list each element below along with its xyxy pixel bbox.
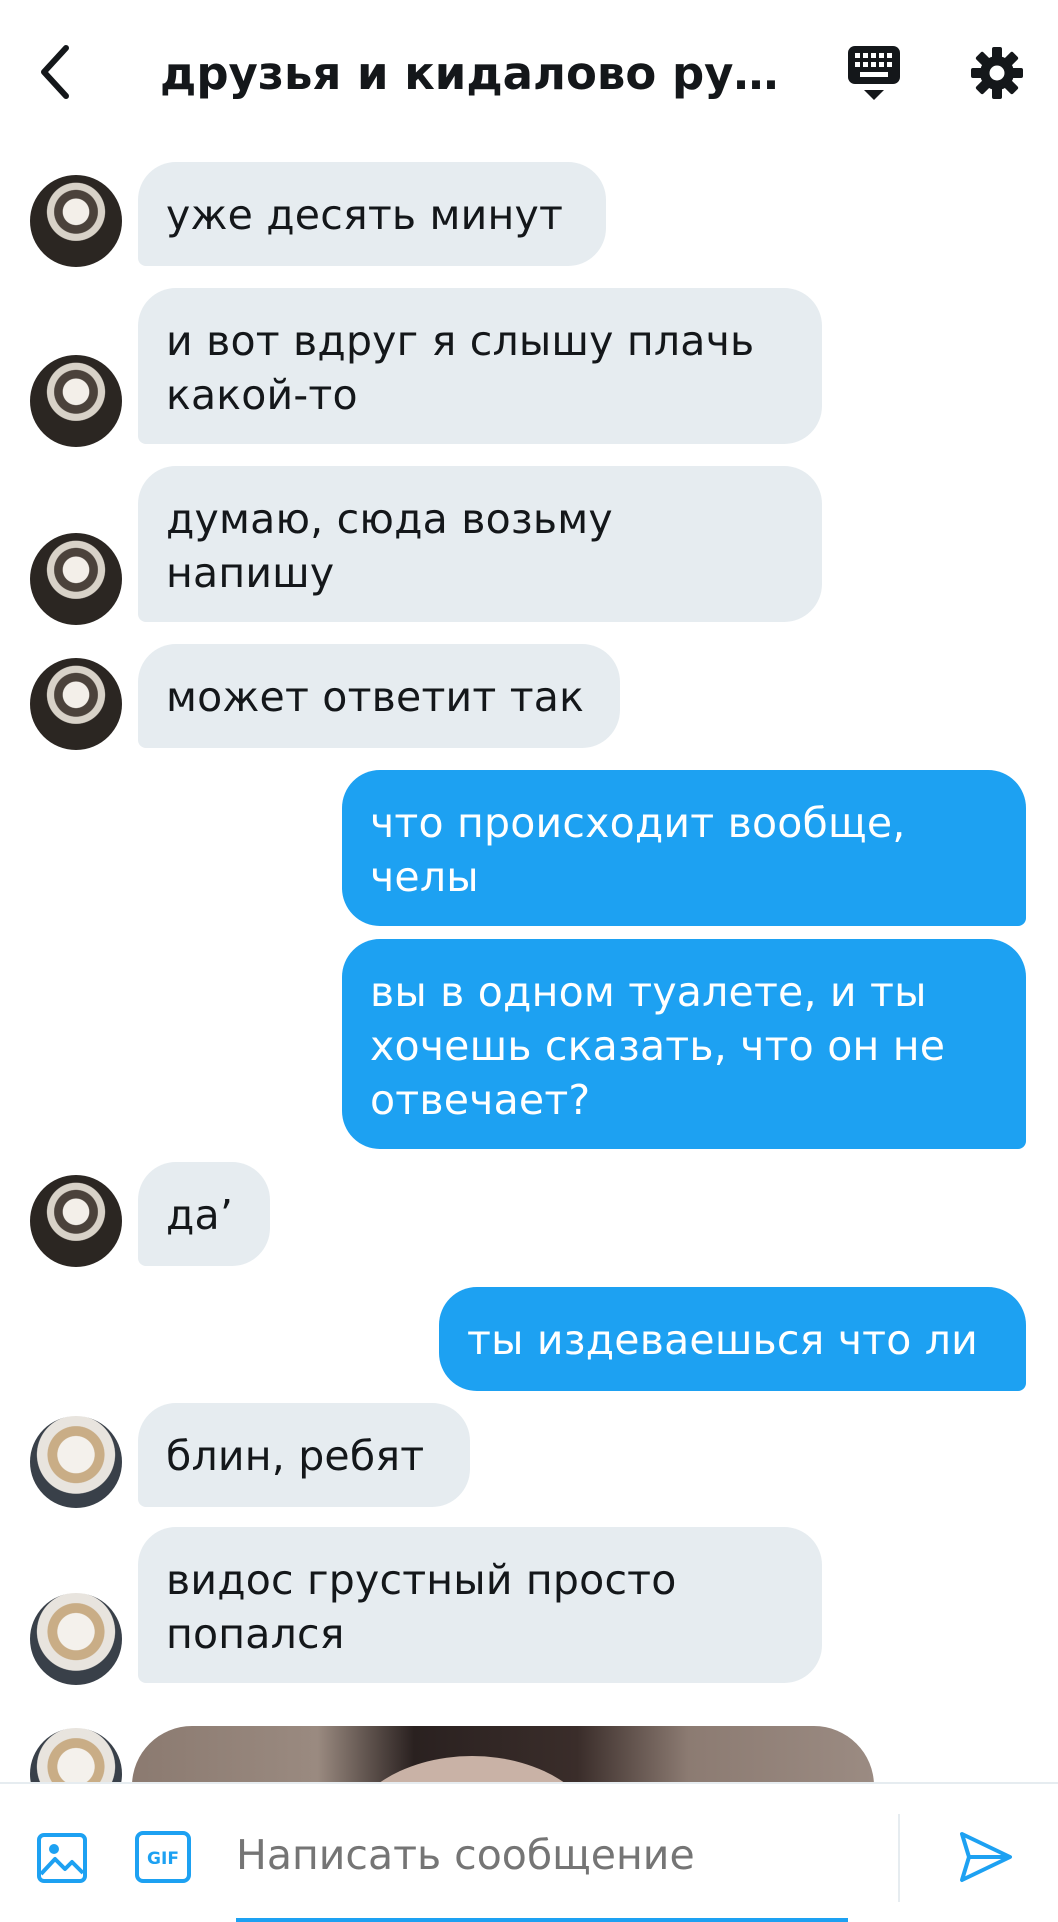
video-message-thumbnail[interactable] bbox=[132, 1726, 874, 1782]
message-bubble[interactable]: видос грустный просто попался bbox=[138, 1527, 822, 1683]
avatar[interactable] bbox=[30, 533, 122, 625]
settings-gear-icon[interactable] bbox=[970, 46, 1024, 100]
keyboard-icon[interactable] bbox=[846, 44, 902, 102]
conversation-title[interactable]: друзья и кидалово рут... bbox=[160, 46, 800, 102]
avatar[interactable] bbox=[30, 658, 122, 750]
input-underline bbox=[236, 1918, 848, 1922]
avatar[interactable] bbox=[30, 1728, 122, 1782]
message-bubble-sent[interactable]: вы в одном туалете, и ты хочешь сказать,… bbox=[342, 939, 1026, 1149]
message-bubble[interactable]: может ответит так bbox=[138, 644, 620, 748]
back-icon[interactable] bbox=[34, 42, 78, 102]
message-bubble-sent[interactable]: что происходит вообще, челы bbox=[342, 770, 1026, 926]
send-icon[interactable] bbox=[958, 1830, 1014, 1884]
message-bubble[interactable]: да’ bbox=[138, 1162, 270, 1266]
avatar[interactable] bbox=[30, 1416, 122, 1508]
message-bubble[interactable]: и вот вдруг я слышу плачь какой-то bbox=[138, 288, 822, 444]
message-composer: GIF bbox=[0, 1782, 1058, 1922]
gif-label: GIF bbox=[147, 1849, 179, 1869]
video-thumbnail-image bbox=[342, 1756, 602, 1782]
avatar[interactable] bbox=[30, 175, 122, 267]
image-icon[interactable] bbox=[36, 1832, 88, 1884]
gif-icon[interactable]: GIF bbox=[134, 1830, 192, 1884]
message-bubble[interactable]: уже десять минут bbox=[138, 162, 606, 266]
avatar[interactable] bbox=[30, 1593, 122, 1685]
message-bubble[interactable]: думаю, сюда возьму напишу bbox=[138, 466, 822, 622]
composer-divider bbox=[898, 1814, 900, 1902]
avatar[interactable] bbox=[30, 1175, 122, 1267]
message-list[interactable]: уже десять минут и вот вдруг я слышу пла… bbox=[0, 146, 1058, 1782]
chat-header: друзья и кидалово рут... bbox=[0, 0, 1058, 146]
message-bubble[interactable]: блин, ребят bbox=[138, 1403, 470, 1507]
avatar[interactable] bbox=[30, 355, 122, 447]
message-input[interactable] bbox=[236, 1822, 856, 1888]
message-bubble-sent[interactable]: ты издеваешься что ли bbox=[439, 1287, 1026, 1391]
